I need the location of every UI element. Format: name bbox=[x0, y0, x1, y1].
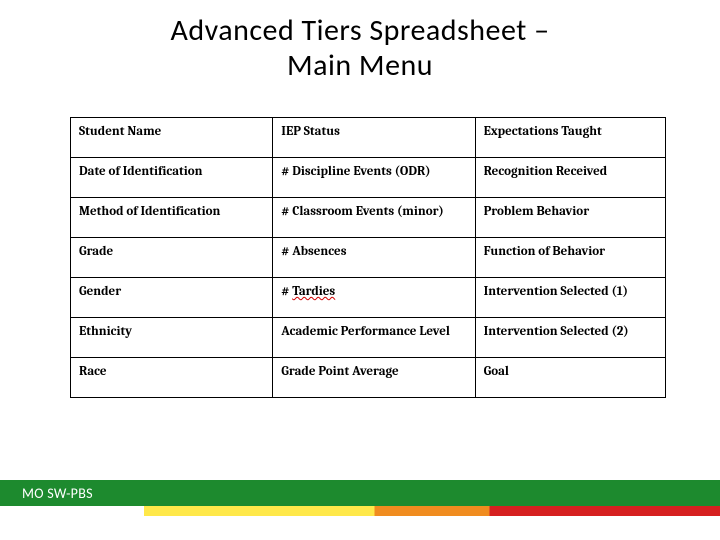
spreadsheet-fields-table: Student Name IEP Status Expectations Tau… bbox=[70, 117, 666, 398]
title-line-1: Advanced Tiers Spreadsheet – bbox=[170, 12, 549, 49]
tardies-span: Tardies bbox=[292, 284, 335, 299]
footer-color-stripe bbox=[0, 506, 720, 516]
cell: Function of Behavior bbox=[475, 238, 665, 278]
cell: Problem Behavior bbox=[475, 198, 665, 238]
cell: # Absences bbox=[273, 238, 475, 278]
table-row: Grade # Absences Function of Behavior bbox=[71, 238, 666, 278]
cell: Race bbox=[71, 358, 273, 398]
table-row: Gender # Tardies Intervention Selected (… bbox=[71, 278, 666, 318]
cell: Ethnicity bbox=[71, 318, 273, 358]
cell: Grade bbox=[71, 238, 273, 278]
table-row: Method of Identification # Classroom Eve… bbox=[71, 198, 666, 238]
cell: IEP Status bbox=[273, 118, 475, 158]
table-row: Race Grade Point Average Goal bbox=[71, 358, 666, 398]
cell: # Classroom Events (minor) bbox=[273, 198, 475, 238]
slide-footer: MO SW-PBS bbox=[0, 480, 720, 516]
table-row: Student Name IEP Status Expectations Tau… bbox=[71, 118, 666, 158]
table-row: Date of Identification # Discipline Even… bbox=[71, 158, 666, 198]
cell: # Discipline Events (ODR) bbox=[273, 158, 475, 198]
table-row: Ethnicity Academic Performance Level Int… bbox=[71, 318, 666, 358]
table-container: Student Name IEP Status Expectations Tau… bbox=[0, 83, 720, 398]
cell: Intervention Selected (2) bbox=[475, 318, 665, 358]
cell: Gender bbox=[71, 278, 273, 318]
footer-label: MO SW-PBS bbox=[0, 485, 93, 502]
slide-title: Advanced Tiers Spreadsheet – Main Menu bbox=[0, 0, 720, 83]
cell: Method of Identification bbox=[71, 198, 273, 238]
cell: Recognition Received bbox=[475, 158, 665, 198]
cell: Intervention Selected (1) bbox=[475, 278, 665, 318]
footer-green-bar: MO SW-PBS bbox=[0, 480, 720, 506]
cell: Student Name bbox=[71, 118, 273, 158]
cell: # Tardies bbox=[273, 278, 475, 318]
cell: Goal bbox=[475, 358, 665, 398]
cell: Grade Point Average bbox=[273, 358, 475, 398]
cell: Academic Performance Level bbox=[273, 318, 475, 358]
title-line-2: Main Menu bbox=[287, 47, 433, 84]
cell: Expectations Taught bbox=[475, 118, 665, 158]
cell: Date of Identification bbox=[71, 158, 273, 198]
